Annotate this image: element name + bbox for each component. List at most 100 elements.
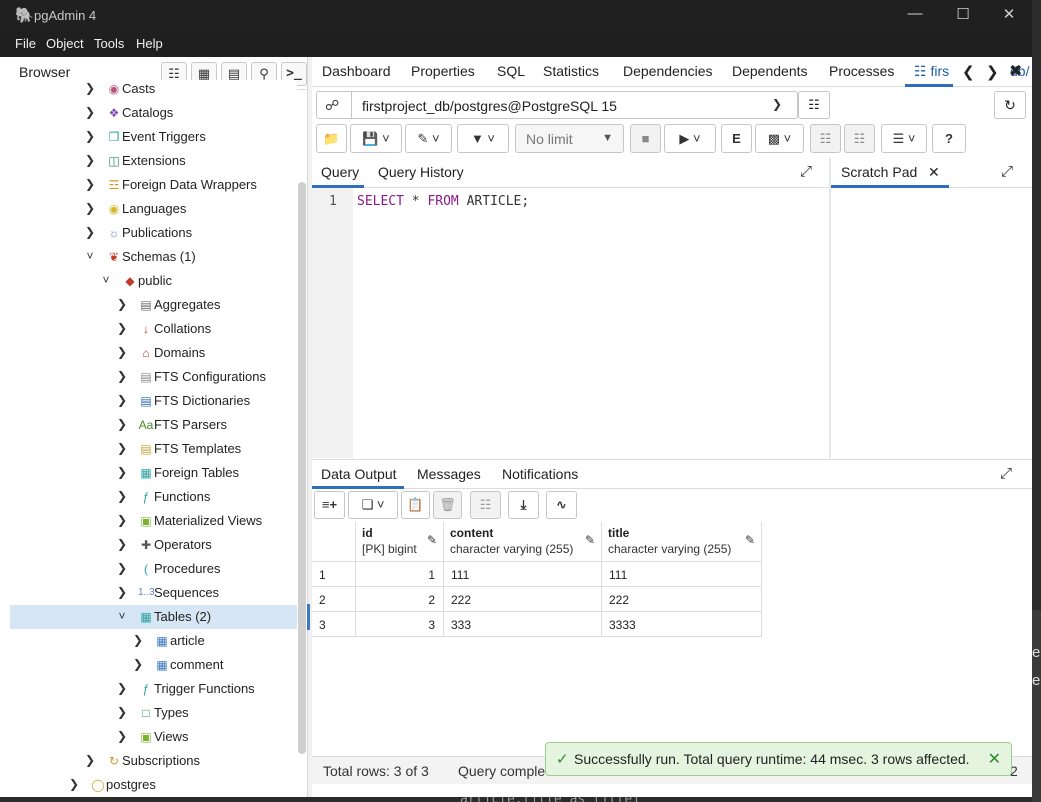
- chevron-down-icon[interactable]: ˅: [84, 250, 96, 262]
- row-limit-select[interactable]: No limit ▼: [515, 124, 624, 153]
- minimize-button[interactable]: —: [900, 5, 930, 25]
- chevron-right-icon[interactable]: ❯: [116, 370, 128, 382]
- chevron-right-icon[interactable]: ❯: [116, 706, 128, 718]
- tab-query-history[interactable]: Query History: [378, 164, 464, 180]
- tree-node[interactable]: ❯ ⌂ Domains: [10, 341, 297, 365]
- tree-node[interactable]: ❯ ✚ Operators: [10, 533, 297, 557]
- tab-scroll-left-icon[interactable]: ❮: [962, 63, 975, 81]
- tree-node[interactable]: ❯ ❖ Catalogs: [10, 101, 297, 125]
- refresh-connection-icon[interactable]: ↻: [994, 91, 1026, 119]
- chevron-right-icon[interactable]: ❯: [116, 490, 128, 502]
- table-cell[interactable]: 1: [356, 562, 444, 587]
- chevron-right-icon[interactable]: ❯: [84, 226, 96, 238]
- rollback-icon[interactable]: ☷: [844, 124, 875, 153]
- tree-node[interactable]: ❯ □ Types: [10, 701, 297, 725]
- chevron-right-icon[interactable]: ❯: [116, 418, 128, 430]
- tree-node[interactable]: ❯ ▤ FTS Templates: [10, 437, 297, 461]
- menu-help[interactable]: Help: [136, 36, 163, 51]
- table-cell[interactable]: 222: [602, 587, 762, 612]
- chevron-right-icon[interactable]: ❯: [84, 178, 96, 190]
- explain-icon[interactable]: E: [721, 124, 752, 153]
- tab-query-tool[interactable]: ☷ firs: [914, 63, 949, 80]
- chevron-right-icon[interactable]: ❯: [116, 538, 128, 550]
- chevron-right-icon[interactable]: ❯: [84, 754, 96, 766]
- maximize-button[interactable]: ☐: [948, 5, 978, 25]
- chevron-right-icon[interactable]: ❯: [116, 562, 128, 574]
- chevron-right-icon[interactable]: ❯: [132, 634, 144, 646]
- tree-node[interactable]: ❯ Aa FTS Parsers: [10, 413, 297, 437]
- table-cell[interactable]: 111: [444, 562, 602, 587]
- menu-file[interactable]: File: [15, 36, 36, 51]
- chevron-down-icon[interactable]: ˅: [100, 274, 112, 286]
- filter-funnel-icon[interactable]: ▼ ˅: [457, 124, 509, 153]
- tree-node[interactable]: ❯ ☼ Publications: [10, 221, 297, 245]
- chevron-right-icon[interactable]: ❯: [84, 202, 96, 214]
- chevron-right-icon[interactable]: ❯: [116, 394, 128, 406]
- tree-node[interactable]: ❯ ▤ FTS Configurations: [10, 365, 297, 389]
- tab-dependencies[interactable]: Dependencies: [623, 63, 713, 79]
- tab-processes[interactable]: Processes: [829, 63, 894, 79]
- tab-sql[interactable]: SQL: [497, 63, 525, 79]
- row-number-cell[interactable]: 2: [312, 587, 356, 612]
- edit-pencil-icon[interactable]: ✎: [585, 533, 595, 547]
- edit-pencil-icon[interactable]: ✎: [745, 533, 755, 547]
- tree-node[interactable]: ❯ ▤ Aggregates: [10, 293, 297, 317]
- table-cell[interactable]: 3333: [602, 612, 762, 637]
- tree-node[interactable]: ❯ ◯ postgres: [10, 773, 297, 797]
- tree-node[interactable]: ❯ ☲ Foreign Data Wrappers: [10, 173, 297, 197]
- row-number-cell[interactable]: 3: [312, 612, 356, 637]
- panel-splitter-handle[interactable]: [307, 604, 310, 630]
- connection-select[interactable]: ☍ firstproject_db/postgres@PostgreSQL 15…: [316, 91, 798, 119]
- tree-scrollbar[interactable]: [298, 182, 306, 754]
- tree-node[interactable]: ❯ ▤ FTS Dictionaries: [10, 389, 297, 413]
- menu-object[interactable]: Object: [46, 36, 84, 51]
- new-connection-database-icon[interactable]: ☷: [798, 91, 830, 119]
- edit-pencil-icon[interactable]: ✎: [427, 533, 437, 547]
- chevron-down-icon[interactable]: ˅: [116, 610, 128, 622]
- tree-node[interactable]: ❯ ƒ Functions: [10, 485, 297, 509]
- chevron-right-icon[interactable]: ❯: [116, 730, 128, 742]
- close-notification-icon[interactable]: ✕: [988, 749, 1001, 769]
- tree-node[interactable]: ˅ ▦ Tables (2): [10, 605, 297, 629]
- help-icon[interactable]: ?: [932, 124, 966, 153]
- column-header[interactable]: title character varying (255) ✎: [602, 522, 762, 562]
- table-cell[interactable]: 333: [444, 612, 602, 637]
- table-cell[interactable]: 2: [356, 587, 444, 612]
- tree-node[interactable]: ❯ ▣ Materialized Views: [10, 509, 297, 533]
- tree-node[interactable]: ❯ ▦ Foreign Tables: [10, 461, 297, 485]
- chevron-right-icon[interactable]: ❯: [84, 82, 96, 94]
- chevron-right-icon[interactable]: ❯: [84, 130, 96, 142]
- expand-icon[interactable]: ⤢: [1001, 163, 1013, 180]
- tree-node[interactable]: ❯ 1..3 Sequences: [10, 581, 297, 605]
- scratch-pad-editor[interactable]: [831, 188, 1032, 458]
- column-header[interactable]: content character varying (255) ✎: [444, 522, 602, 562]
- tree-node[interactable]: ❯ ◉ Casts: [10, 80, 297, 101]
- chevron-right-icon[interactable]: ❯: [116, 514, 128, 526]
- edit-pencil-icon[interactable]: ✎ ˅: [405, 124, 452, 153]
- paste-clipboard-icon[interactable]: 📋: [401, 491, 430, 519]
- tab-statistics[interactable]: Statistics: [543, 63, 599, 79]
- tree-node[interactable]: ˅ ◆ public: [10, 269, 297, 293]
- execute-play-icon[interactable]: ▶ ˅: [664, 124, 716, 153]
- row-number-cell[interactable]: 1: [312, 562, 356, 587]
- menu-tools[interactable]: Tools: [94, 36, 124, 51]
- explain-analyze-chart-icon[interactable]: ▩ ˅: [755, 124, 804, 153]
- tree-node[interactable]: ❯ ▦ article: [10, 629, 297, 653]
- tab-scratch-pad[interactable]: Scratch Pad: [841, 164, 917, 180]
- tree-node[interactable]: ❯ (Procedures: [10, 557, 297, 581]
- tab-notifications[interactable]: Notifications: [502, 466, 578, 482]
- table-cell[interactable]: 3: [356, 612, 444, 637]
- tree-node[interactable]: ❯ ▣ Views: [10, 725, 297, 749]
- tab-messages[interactable]: Messages: [417, 466, 481, 482]
- stop-query-icon[interactable]: ■: [630, 124, 661, 153]
- column-header[interactable]: id [PK] bigint ✎: [356, 522, 444, 562]
- tab-dashboard[interactable]: Dashboard: [322, 63, 391, 79]
- close-scratch-pad-icon[interactable]: ✕: [928, 164, 940, 181]
- tree-node[interactable]: ❯ ƒ Trigger Functions: [10, 677, 297, 701]
- chevron-right-icon[interactable]: ❯: [116, 682, 128, 694]
- tab-data-output[interactable]: Data Output: [321, 466, 397, 482]
- chevron-right-icon[interactable]: ❯: [116, 346, 128, 358]
- tree-node[interactable]: ❯ ❐ Event Triggers: [10, 125, 297, 149]
- open-file-folder-icon[interactable]: 📁: [316, 124, 347, 153]
- tab-scroll-right-icon[interactable]: ❯: [986, 63, 999, 81]
